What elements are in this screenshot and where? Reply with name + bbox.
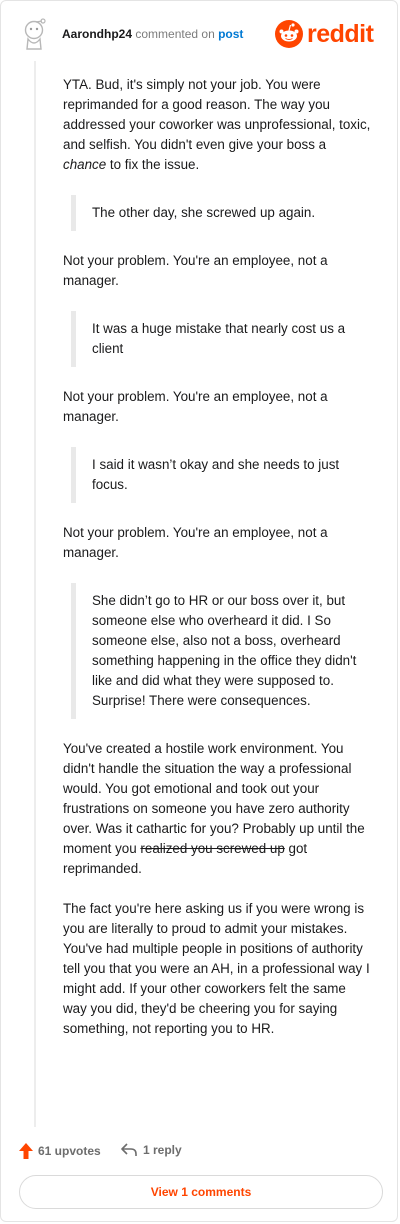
reply-button[interactable]: 1 reply <box>121 1143 182 1157</box>
view-comments-button[interactable]: View 1 comments <box>19 1175 383 1209</box>
post-link[interactable]: post <box>218 27 243 41</box>
reply-count: 1 reply <box>143 1143 182 1157</box>
comment-body: YTA. Bud, it's simply not your job. You … <box>63 75 373 1059</box>
upvote-count: 61 upvotes <box>38 1144 101 1158</box>
blockquote: The other day, she screwed up again. <box>71 195 373 231</box>
reply-arrow-icon <box>121 1143 137 1156</box>
comment-header: Aarondhp24 commented on post reddit <box>19 17 381 51</box>
comment-paragraph: You've created a hostile work environmen… <box>63 741 365 876</box>
username-link[interactable]: Aarondhp24 <box>62 27 132 41</box>
comment-footer: 61 upvotes 1 reply <box>19 1141 359 1163</box>
comment-paragraph: Not your problem. You're an employee, no… <box>63 389 328 424</box>
comment-paragraph: YTA. Bud, it's simply not your job. You … <box>63 77 371 172</box>
strikethrough-text: realized you screwed up <box>140 841 285 856</box>
comment-meta: Aarondhp24 commented on post <box>62 27 243 41</box>
action-text: commented on <box>135 27 215 41</box>
blockquote: It was a huge mistake that nearly cost u… <box>71 311 373 367</box>
blockquote: She didn’t go to HR or our boss over it,… <box>71 583 373 719</box>
reddit-snoo-icon <box>275 20 303 48</box>
blockquote: I said it wasn’t okay and she needs to j… <box>71 447 373 503</box>
upvote-button[interactable]: 61 upvotes <box>19 1143 101 1159</box>
comment-card: Aarondhp24 commented on post reddit YTA.… <box>0 0 398 1222</box>
comment-paragraph: The fact you're here asking us if you we… <box>63 901 370 1036</box>
emphasis-text: chance <box>63 157 107 172</box>
upvote-arrow-icon <box>19 1143 33 1159</box>
reddit-logo[interactable]: reddit <box>275 19 381 49</box>
thread-line[interactable] <box>34 61 36 1127</box>
reddit-wordmark: reddit <box>307 20 374 48</box>
comment-paragraph: Not your problem. You're an employee, no… <box>63 525 328 560</box>
comment-paragraph: Not your problem. You're an employee, no… <box>63 253 328 288</box>
avatar[interactable] <box>19 17 49 51</box>
